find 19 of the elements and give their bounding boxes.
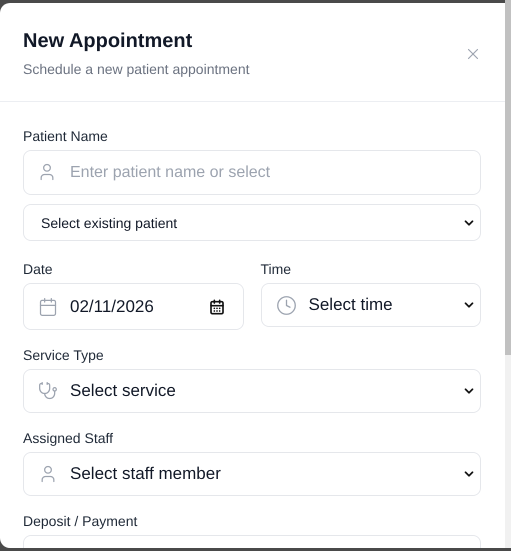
dropdown-select[interactable]: Select staff member bbox=[23, 452, 481, 496]
dialog-title: New Appointment bbox=[23, 30, 194, 53]
stethoscope-icon bbox=[38, 381, 58, 401]
calendar-icon[interactable] bbox=[208, 298, 224, 314]
field-label: Time bbox=[260, 261, 292, 277]
field-label: Service Type bbox=[23, 347, 105, 363]
scrollbar[interactable] bbox=[505, 0, 511, 548]
field-label: Assigned Staff bbox=[23, 430, 114, 446]
patient-name-field[interactable]: Enter patient name or select bbox=[23, 150, 481, 195]
field-label: Deposit / Payment bbox=[23, 513, 138, 529]
field-label: Date bbox=[23, 261, 54, 277]
field-label: Patient Name bbox=[23, 128, 109, 144]
existing-patient-select[interactable]: Select existing patient bbox=[23, 204, 481, 241]
clock-icon bbox=[276, 294, 296, 316]
dialog-subtitle: Schedule a new patient appointment bbox=[23, 61, 250, 77]
date-field[interactable]: 02/11/2026 bbox=[23, 283, 244, 330]
dropdown-select[interactable]: Select service bbox=[23, 369, 481, 413]
time-select[interactable]: Select time bbox=[260, 283, 481, 327]
calendar-icon bbox=[38, 296, 58, 316]
